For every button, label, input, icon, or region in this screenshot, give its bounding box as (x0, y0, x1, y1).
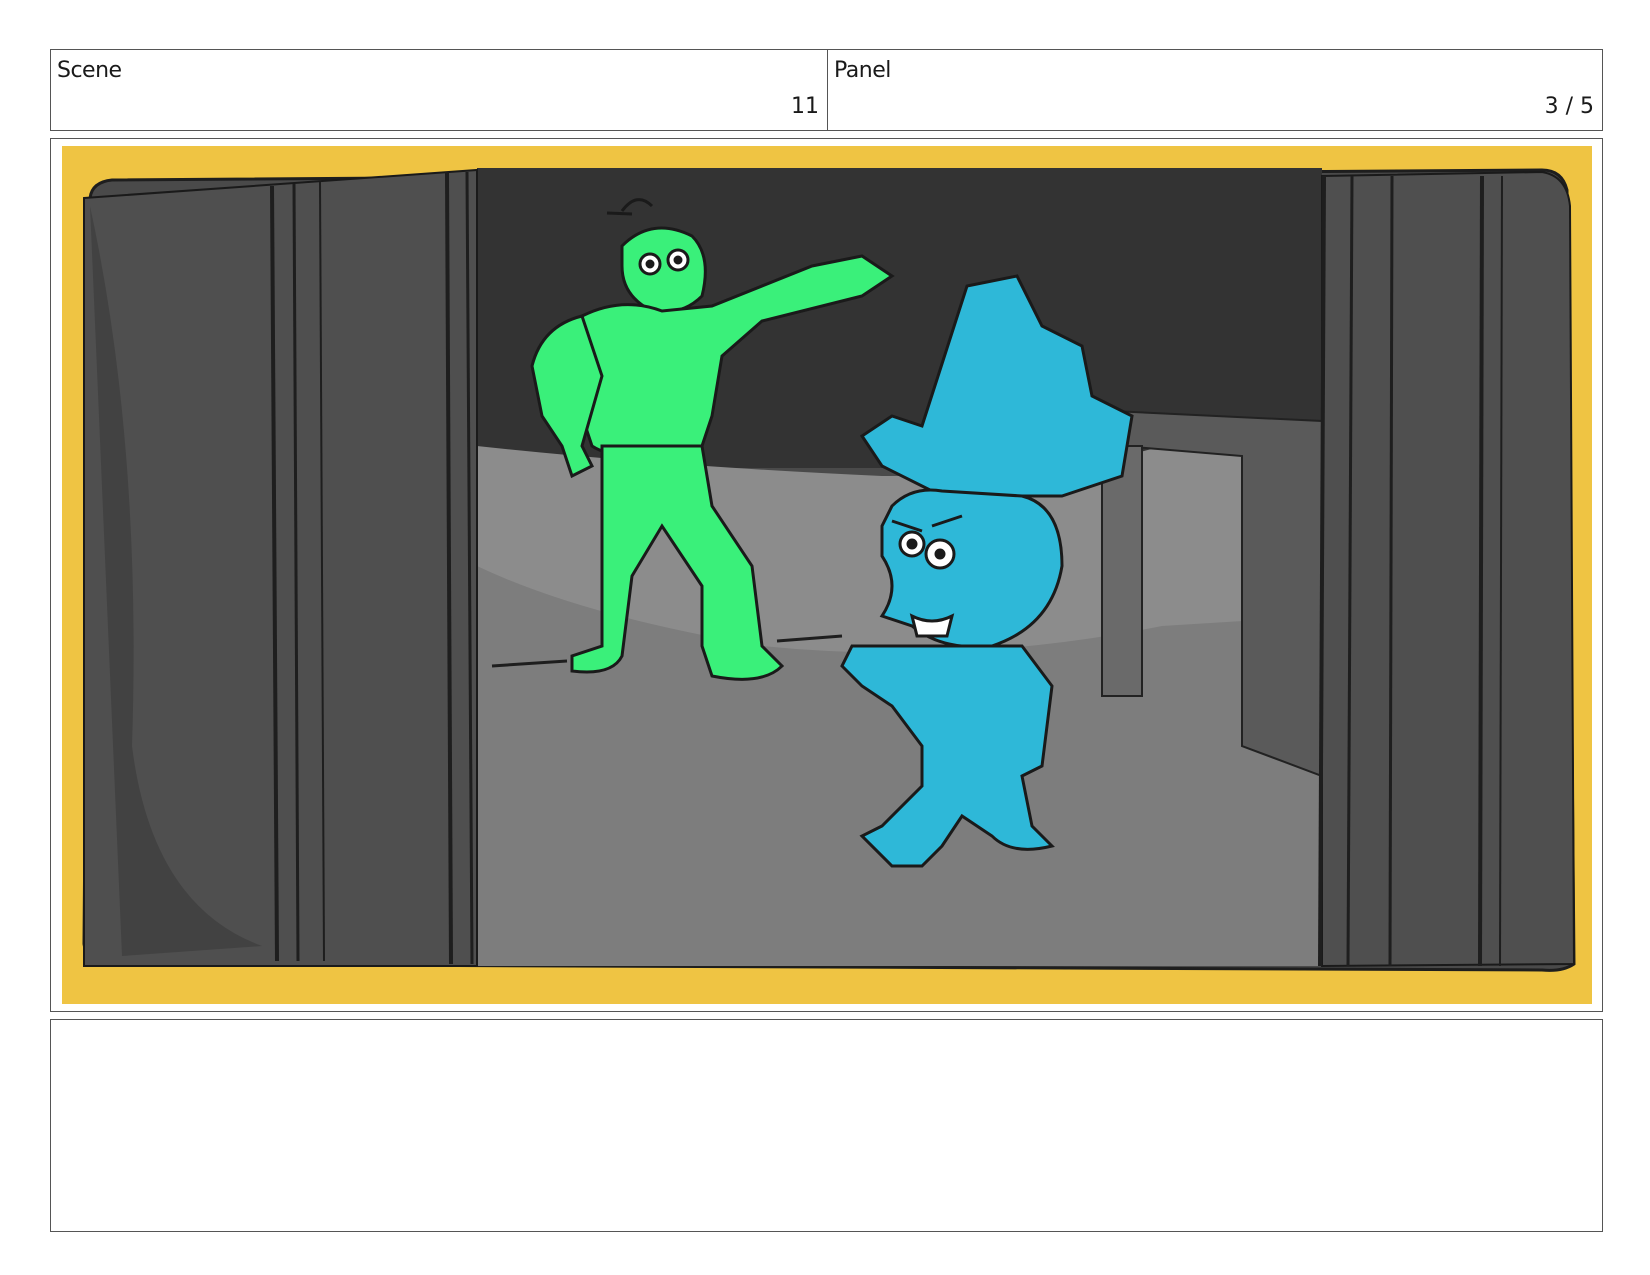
storyboard-frame (50, 138, 1603, 1012)
notes-box (50, 1019, 1603, 1232)
scene-label: Scene (57, 58, 122, 83)
scene-cell: Scene 11 (51, 50, 828, 130)
storyboard-drawing (62, 146, 1592, 1004)
panel-cell: Panel 3 / 5 (828, 50, 1602, 130)
panel-number: 3 / 5 (1544, 94, 1594, 119)
header-bar: Scene 11 Panel 3 / 5 (50, 49, 1603, 131)
scene-number: 11 (791, 94, 819, 119)
panel-label: Panel (834, 58, 891, 83)
